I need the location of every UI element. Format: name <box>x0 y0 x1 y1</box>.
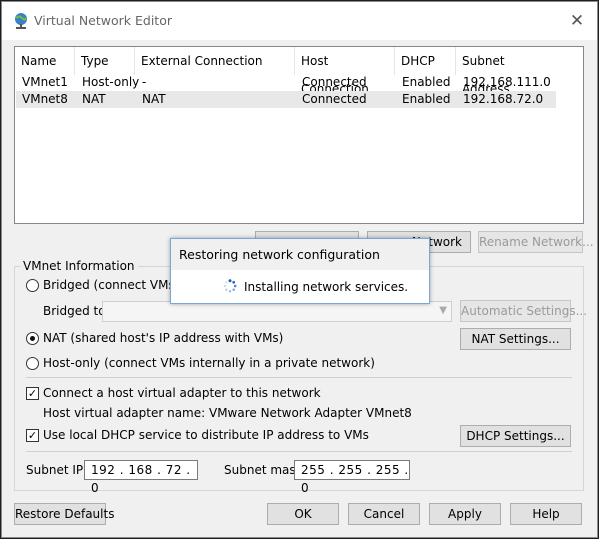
restore-defaults-button[interactable]: Restore Defaults <box>14 503 114 525</box>
cell-name: VMnet8 <box>22 92 68 106</box>
ok-button[interactable]: OK <box>267 503 339 525</box>
cell-subnet-address: 192.168.111.0 <box>463 75 551 89</box>
cell-host-connection: Connected <box>302 92 367 106</box>
help-button[interactable]: Help <box>510 503 582 525</box>
subnet-ip-input[interactable]: 192 . 168 . 72 . 0 <box>84 460 198 495</box>
apply-button[interactable]: Apply <box>429 503 501 525</box>
subnet-mask-input[interactable]: 255 . 255 . 255 . 0 <box>294 460 410 495</box>
connect-adapter-label[interactable]: Connect a host virtual adapter to this n… <box>43 386 321 400</box>
column-header-subnet-address[interactable]: Subnet Address <box>456 47 556 96</box>
table-row[interactable]: VMnet1 Host-only - Connected Enabled 192… <box>16 74 556 91</box>
cell-dhcp: Enabled <box>402 92 451 106</box>
popup-body: Installing network services. <box>171 270 429 303</box>
network-globe-icon <box>15 13 27 29</box>
chevron-down-icon: ▼ <box>439 305 447 316</box>
popup-message: Installing network services. <box>244 280 409 294</box>
nat-settings-button[interactable]: NAT Settings... <box>460 328 571 350</box>
divider <box>26 377 572 378</box>
automatic-settings-button[interactable]: Automatic Settings... <box>460 300 587 322</box>
cell-external-connection: NAT <box>142 92 166 106</box>
close-icon[interactable]: ✕ <box>567 11 587 31</box>
adapter-name-label: Host virtual adapter name: VMware Networ… <box>43 406 412 420</box>
table-row-selected[interactable]: VMnet8 NAT NAT Connected Enabled 192.168… <box>16 91 556 108</box>
bridged-to-label: Bridged to: <box>43 304 110 318</box>
column-header-name[interactable]: Name <box>15 47 75 75</box>
cell-subnet-address: 192.168.72.0 <box>463 92 544 106</box>
bridged-radio[interactable] <box>26 279 39 292</box>
virtual-network-editor-window: Virtual Network Editor ✕ Name Type Exter… <box>1 1 598 538</box>
cell-name: VMnet1 <box>22 75 68 89</box>
column-header-external-connection[interactable]: External Connection <box>135 47 295 75</box>
connect-adapter-checkbox[interactable]: ✓ <box>26 387 39 400</box>
cell-dhcp: Enabled <box>402 75 451 89</box>
network-list[interactable]: Name Type External Connection Host Conne… <box>14 46 584 224</box>
spinner-icon <box>223 279 237 293</box>
dhcp-label[interactable]: Use local DHCP service to distribute IP … <box>43 428 369 442</box>
cell-host-connection: Connected <box>302 75 367 89</box>
rename-network-button[interactable]: Rename Network... <box>478 231 594 253</box>
divider <box>26 451 572 452</box>
cancel-button[interactable]: Cancel <box>348 503 420 525</box>
column-header-dhcp[interactable]: DHCP <box>395 47 456 75</box>
column-header-host-connection[interactable]: Host Connection <box>295 47 395 96</box>
restoring-network-popup: Restoring network configuration Installi… <box>170 238 430 304</box>
subnet-ip-label: Subnet IP: <box>26 463 88 477</box>
title-bar: Virtual Network Editor ✕ <box>2 2 597 40</box>
vmnet-information-label: VMnet Information <box>20 259 138 273</box>
nat-radio[interactable] <box>26 332 39 345</box>
cell-type: NAT <box>82 92 106 106</box>
window-title: Virtual Network Editor <box>34 13 172 28</box>
cell-external-connection: - <box>142 75 147 89</box>
cell-type: Host-only <box>82 75 140 89</box>
dhcp-settings-button[interactable]: DHCP Settings... <box>460 425 571 447</box>
popup-title: Restoring network configuration <box>179 247 380 262</box>
host-only-label[interactable]: Host-only (connect VMs internally in a p… <box>43 356 375 370</box>
dhcp-checkbox[interactable]: ✓ <box>26 429 39 442</box>
nat-label[interactable]: NAT (shared host's IP address with VMs) <box>43 331 283 345</box>
column-header-type[interactable]: Type <box>75 47 135 75</box>
bridged-to-select[interactable]: ▼ <box>102 301 452 322</box>
host-only-radio[interactable] <box>26 357 39 370</box>
